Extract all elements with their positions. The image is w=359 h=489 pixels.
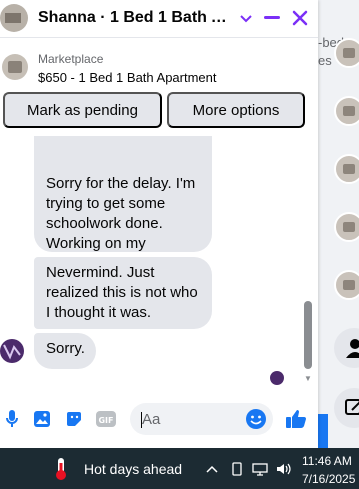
close-button[interactable] xyxy=(288,6,312,30)
chat-options-button[interactable] xyxy=(234,6,258,30)
listing-preview[interactable]: Marketplace $650 - 1 Bed 1 Bath Apartmen… xyxy=(0,46,318,90)
chevron-up-icon xyxy=(206,465,218,473)
weather-text[interactable]: Hot days ahead xyxy=(84,461,182,477)
network-button[interactable] xyxy=(252,461,268,477)
mark-as-pending-button[interactable]: Mark as pending xyxy=(3,92,162,128)
message-bubble[interactable]: Sorry for the delay. I'm trying to get s… xyxy=(34,136,212,272)
chat-header[interactable]: Shanna · 1 Bed 1 Bath Apartment xyxy=(0,0,318,38)
text-caret xyxy=(141,412,142,428)
emoji-icon xyxy=(246,409,266,429)
avatar xyxy=(3,344,21,360)
message-bubble[interactable]: Nevermind. Just realized this is not who… xyxy=(34,257,212,329)
listing-source: Marketplace xyxy=(38,52,104,66)
add-person-button[interactable] xyxy=(334,328,359,368)
weather-widget[interactable] xyxy=(54,457,68,481)
compose-icon xyxy=(345,399,359,415)
scrollbar-thumb[interactable] xyxy=(304,301,312,369)
tablet-mode-button[interactable] xyxy=(229,461,245,477)
like-button[interactable] xyxy=(284,407,308,431)
person-icon xyxy=(346,339,359,358)
chat-window: Shanna · 1 Bed 1 Bath Apartment Marketpl… xyxy=(0,0,318,448)
compose-button[interactable] xyxy=(334,388,359,428)
message-text: Sorry. xyxy=(46,340,85,357)
background-thumbnail[interactable] xyxy=(334,154,359,184)
like-icon xyxy=(286,410,306,428)
speaker-icon xyxy=(277,463,291,475)
chevron-down-icon xyxy=(240,15,252,23)
sender-avatar[interactable] xyxy=(0,339,24,363)
background-thumbnail[interactable] xyxy=(334,212,359,242)
voice-clip-button[interactable] xyxy=(0,407,24,431)
attach-image-button[interactable] xyxy=(30,407,54,431)
message-text: Nevermind. Just realized this is not who… xyxy=(46,264,198,321)
gif-icon: GIF xyxy=(96,411,116,427)
background-thumbnail[interactable] xyxy=(334,96,359,126)
gif-button[interactable]: GIF xyxy=(94,407,118,431)
background-thumbnail[interactable] xyxy=(334,38,359,68)
sticker-button[interactable] xyxy=(62,407,86,431)
network-icon xyxy=(252,463,268,476)
message-bubble[interactable]: Sorry. xyxy=(34,333,96,369)
volume-button[interactable] xyxy=(276,461,292,477)
background-thumbnail[interactable] xyxy=(334,270,359,300)
clock-date[interactable]: 7/16/2025 xyxy=(302,472,355,486)
image-icon xyxy=(34,411,50,427)
message-list[interactable]: Sorry for the delay. I'm trying to get s… xyxy=(0,136,318,390)
show-hidden-icons-button[interactable] xyxy=(204,461,220,477)
microphone-icon xyxy=(6,410,18,427)
listing-thumbnail xyxy=(2,54,28,80)
clock-time[interactable]: 11:46 AM xyxy=(302,454,352,468)
more-options-button[interactable]: More options xyxy=(167,92,305,128)
emoji-button[interactable] xyxy=(244,407,268,431)
message-composer: GIF xyxy=(0,398,318,440)
background-page: -bed es xyxy=(318,0,359,448)
seen-indicator-avatar xyxy=(270,371,284,385)
minimize-icon xyxy=(264,16,280,19)
minimize-button[interactable] xyxy=(260,6,284,30)
svg-text:GIF: GIF xyxy=(98,416,113,425)
house-thumbnail-icon xyxy=(0,4,28,32)
scroll-down-icon[interactable]: ▼ xyxy=(304,374,312,383)
thermometer-icon xyxy=(56,458,66,480)
listing-title[interactable]: $650 - 1 Bed 1 Bath Apartment xyxy=(38,70,217,85)
tablet-icon xyxy=(232,462,242,476)
taskbar: Hot days ahead 11:46 AM 7/16/2025 xyxy=(0,448,359,489)
chat-title[interactable]: Shanna · 1 Bed 1 Bath Apartment xyxy=(38,9,234,27)
background-blue-strip xyxy=(318,414,328,448)
close-icon xyxy=(292,10,308,26)
sticker-icon xyxy=(67,412,81,426)
